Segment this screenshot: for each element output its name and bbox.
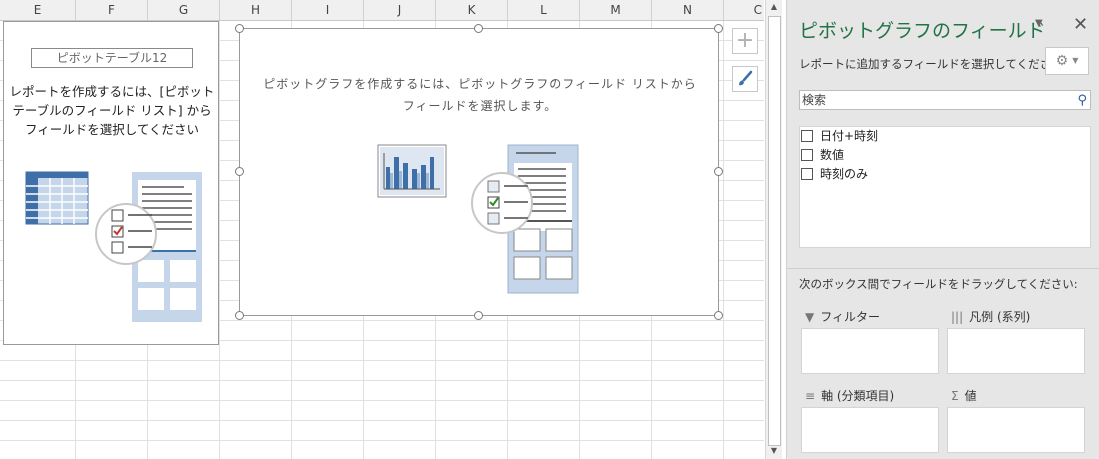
filter-icon: ▼: [805, 309, 815, 324]
pivot-chart-placeholder[interactable]: ピボットグラフを作成するには、ピボットグラフのフィールド リストから フィールド…: [239, 28, 719, 316]
column-header-m[interactable]: M: [580, 0, 652, 20]
column-header-g[interactable]: G: [148, 0, 220, 20]
resize-handle-middle-right[interactable]: [714, 167, 723, 176]
column-header-bar: E F G H I J K L M N C: [0, 0, 764, 21]
filter-drop-zone[interactable]: [801, 328, 939, 374]
close-icon[interactable]: ✕: [1073, 14, 1088, 35]
pivotchart-fields-pane: ピボットグラフのフィールド ▼ ✕ レポートに追加するフィールドを選択してくださ…: [786, 0, 1099, 459]
pivot-chart-instruction-line-1: ピボットグラフを作成するには、ピボットグラフのフィールド リストから: [263, 77, 697, 91]
pane-options-dropdown-icon[interactable]: ▼: [1035, 18, 1043, 29]
pivot-table-instruction: レポートを作成するには、[ピボットテーブルのフィールド リスト] からフィールド…: [9, 84, 215, 137]
pivot-table-name: ピボットテーブル12: [31, 48, 193, 68]
search-icon[interactable]: ⚲: [1077, 92, 1087, 110]
resize-handle-bottom-middle[interactable]: [474, 311, 483, 320]
pane-subtitle: レポートに追加するフィールドを選択してください:: [799, 57, 1067, 71]
pane-title: ピボットグラフのフィールド: [799, 20, 1046, 42]
field-checkbox[interactable]: [801, 149, 813, 161]
vertical-scrollbar[interactable]: ▲ ▼: [765, 0, 782, 459]
worksheet-grid[interactable]: E F G H I J K L M N C ピボットテーブル12 レポートを作成…: [0, 0, 764, 459]
field-checkbox[interactable]: [801, 168, 813, 180]
field-item[interactable]: 数値: [801, 146, 844, 164]
pane-splitter[interactable]: [787, 268, 1099, 269]
column-header-h[interactable]: H: [220, 0, 292, 20]
drag-instruction: 次のボックス間でフィールドをドラッグしてください:: [799, 277, 1078, 291]
column-header-j[interactable]: J: [364, 0, 436, 20]
chevron-down-icon: ▼: [1072, 56, 1079, 65]
column-header-n[interactable]: N: [652, 0, 724, 20]
gear-icon: ⚙: [1055, 53, 1069, 69]
values-area-label: Σ 値: [951, 387, 977, 404]
filter-area-label: ▼ フィルター: [805, 308, 880, 325]
resize-handle-bottom-left[interactable]: [235, 311, 244, 320]
legend-area-label: ||| 凡例 (系列): [951, 308, 1030, 325]
columns-icon: |||: [951, 309, 964, 324]
column-header-k[interactable]: K: [436, 0, 508, 20]
chart-elements-button[interactable]: +: [732, 28, 758, 54]
values-drop-zone[interactable]: [947, 407, 1085, 453]
pivot-table-placeholder[interactable]: ピボットテーブル12 レポートを作成するには、[ピボットテーブルのフィールド リ…: [3, 21, 219, 345]
legend-drop-zone[interactable]: [947, 328, 1085, 374]
paintbrush-icon: [739, 70, 753, 86]
values-area-text: 値: [964, 389, 977, 403]
pivot-chart-illustration: [377, 144, 579, 294]
rows-icon: ≡: [805, 388, 816, 403]
column-header-l[interactable]: L: [508, 0, 580, 20]
resize-handle-bottom-right[interactable]: [714, 311, 723, 320]
pivot-chart-instruction: ピボットグラフを作成するには、ピボットグラフのフィールド リストから フィールド…: [250, 73, 710, 117]
scrollbar-thumb[interactable]: [768, 16, 781, 446]
field-item[interactable]: 日付+時刻: [801, 127, 878, 145]
filter-area-text: フィルター: [820, 310, 880, 324]
scroll-down-arrow-icon[interactable]: ▼: [766, 444, 782, 458]
field-layout-settings-button[interactable]: ⚙ ▼: [1045, 47, 1089, 75]
axis-area-label: ≡ 軸 (分類項目): [805, 387, 894, 404]
resize-handle-top-left[interactable]: [235, 24, 244, 33]
search-placeholder: 検索: [802, 93, 827, 107]
column-header-o[interactable]: C: [724, 0, 764, 20]
pivot-table-illustration: [25, 171, 202, 322]
column-header-f[interactable]: F: [76, 0, 148, 20]
pivot-chart-instruction-line-2: フィールドを選択します。: [402, 99, 558, 113]
field-item[interactable]: 時刻のみ: [801, 165, 868, 183]
chart-styles-button[interactable]: [732, 66, 758, 92]
legend-area-text: 凡例 (系列): [969, 310, 1031, 324]
scroll-up-arrow-icon[interactable]: ▲: [766, 0, 782, 14]
field-list: 日付+時刻 数値 時刻のみ: [799, 126, 1091, 248]
axis-drop-zone[interactable]: [801, 407, 939, 453]
field-label: 数値: [820, 148, 845, 162]
column-header-e[interactable]: E: [0, 0, 76, 20]
axis-area-text: 軸 (分類項目): [821, 389, 895, 403]
field-label: 時刻のみ: [820, 167, 869, 181]
resize-handle-top-right[interactable]: [714, 24, 723, 33]
sigma-icon: Σ: [951, 388, 959, 403]
field-checkbox[interactable]: [801, 130, 813, 142]
plus-icon: +: [735, 28, 755, 53]
resize-handle-middle-left[interactable]: [235, 167, 244, 176]
field-label: 日付+時刻: [820, 129, 879, 143]
field-search-input[interactable]: 検索 ⚲: [799, 90, 1091, 110]
column-header-i[interactable]: I: [292, 0, 364, 20]
resize-handle-top-middle[interactable]: [474, 24, 483, 33]
